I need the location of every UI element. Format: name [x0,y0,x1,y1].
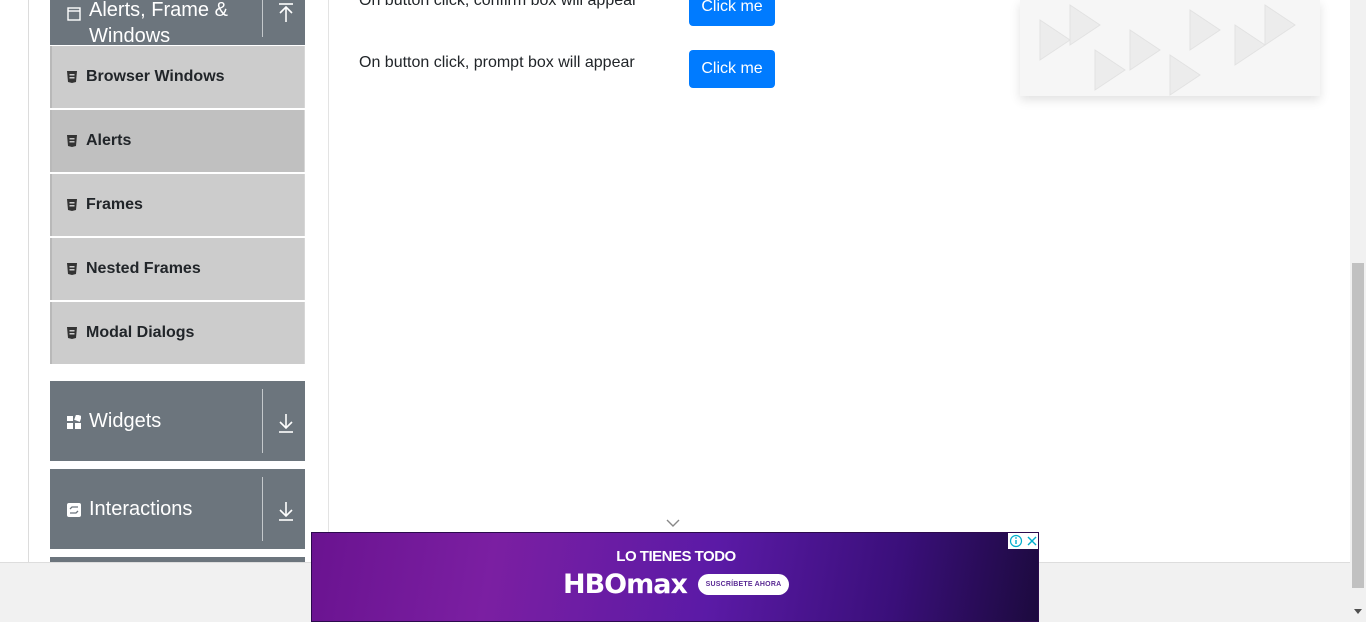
sidebar-item-label: Browser Windows [86,68,225,85]
html5-icon [67,71,77,83]
group-divider [262,0,263,37]
expand-icon[interactable] [276,412,296,434]
sidebar-item-label: Nested Frames [86,260,201,277]
sidebar-item-label: Frames [86,196,143,213]
sidebar-item-alerts[interactable]: Alerts [50,110,305,172]
html5-icon [67,263,77,275]
ad-cta-button[interactable]: SUSCRÍBETE AHORA [698,574,789,595]
group-interactions[interactable]: Interactions [50,469,305,549]
scroll-down-arrow-icon[interactable] [1353,606,1363,616]
sidebar-item-frames[interactable]: Frames [50,174,305,236]
html5-icon [67,327,77,339]
group-title: Alerts, Frame & Windows [89,0,228,47]
confirm-row-text: On button click, confirm box will appear [359,0,638,9]
interactions-icon [67,503,81,517]
scrollbar-thumb[interactable] [1352,263,1364,588]
ad-info-icon[interactable] [1008,533,1024,549]
sidebar-item-label: Alerts [86,132,132,149]
chevron-down-icon[interactable] [666,519,680,528]
ad-pattern [1039,4,1296,96]
content-border [328,0,329,562]
sidebar-item-modal-dialogs[interactable]: Modal Dialogs [50,302,305,364]
prompt-button[interactable]: Click me [689,50,775,88]
group-widgets[interactable]: Widgets [50,381,305,461]
group-title: Interactions [89,498,193,520]
sidebar-item-nested-frames[interactable]: Nested Frames [50,238,305,300]
group-title: Widgets [89,410,162,432]
left-border [28,0,29,562]
confirm-button[interactable]: Click me [689,0,775,26]
bottom-ad-banner[interactable]: LO TIENES TODO HBOmax SUSCRÍBETE AHORA [311,532,1039,622]
html5-icon [67,135,77,147]
window-icon [67,7,81,21]
ad-tagline: LO TIENES TODO [616,548,736,565]
expand-icon[interactable] [276,500,296,522]
collapse-icon[interactable] [276,2,296,24]
group-divider [262,477,263,541]
group-divider [262,389,263,453]
prompt-row-text: On button click, prompt box will appear [359,54,635,71]
ad-brand-logo: HBOmax [563,569,688,600]
ad-close-icon[interactable] [1024,533,1039,549]
html5-icon [67,199,77,211]
side-ad[interactable] [1020,0,1320,96]
sidebar-item-browser-windows[interactable]: Browser Windows [50,46,305,108]
sidebar-item-label: Modal Dialogs [86,324,195,341]
widgets-icon [67,415,81,429]
group-alerts-frame-windows[interactable]: Alerts, Frame & Windows [50,0,305,47]
